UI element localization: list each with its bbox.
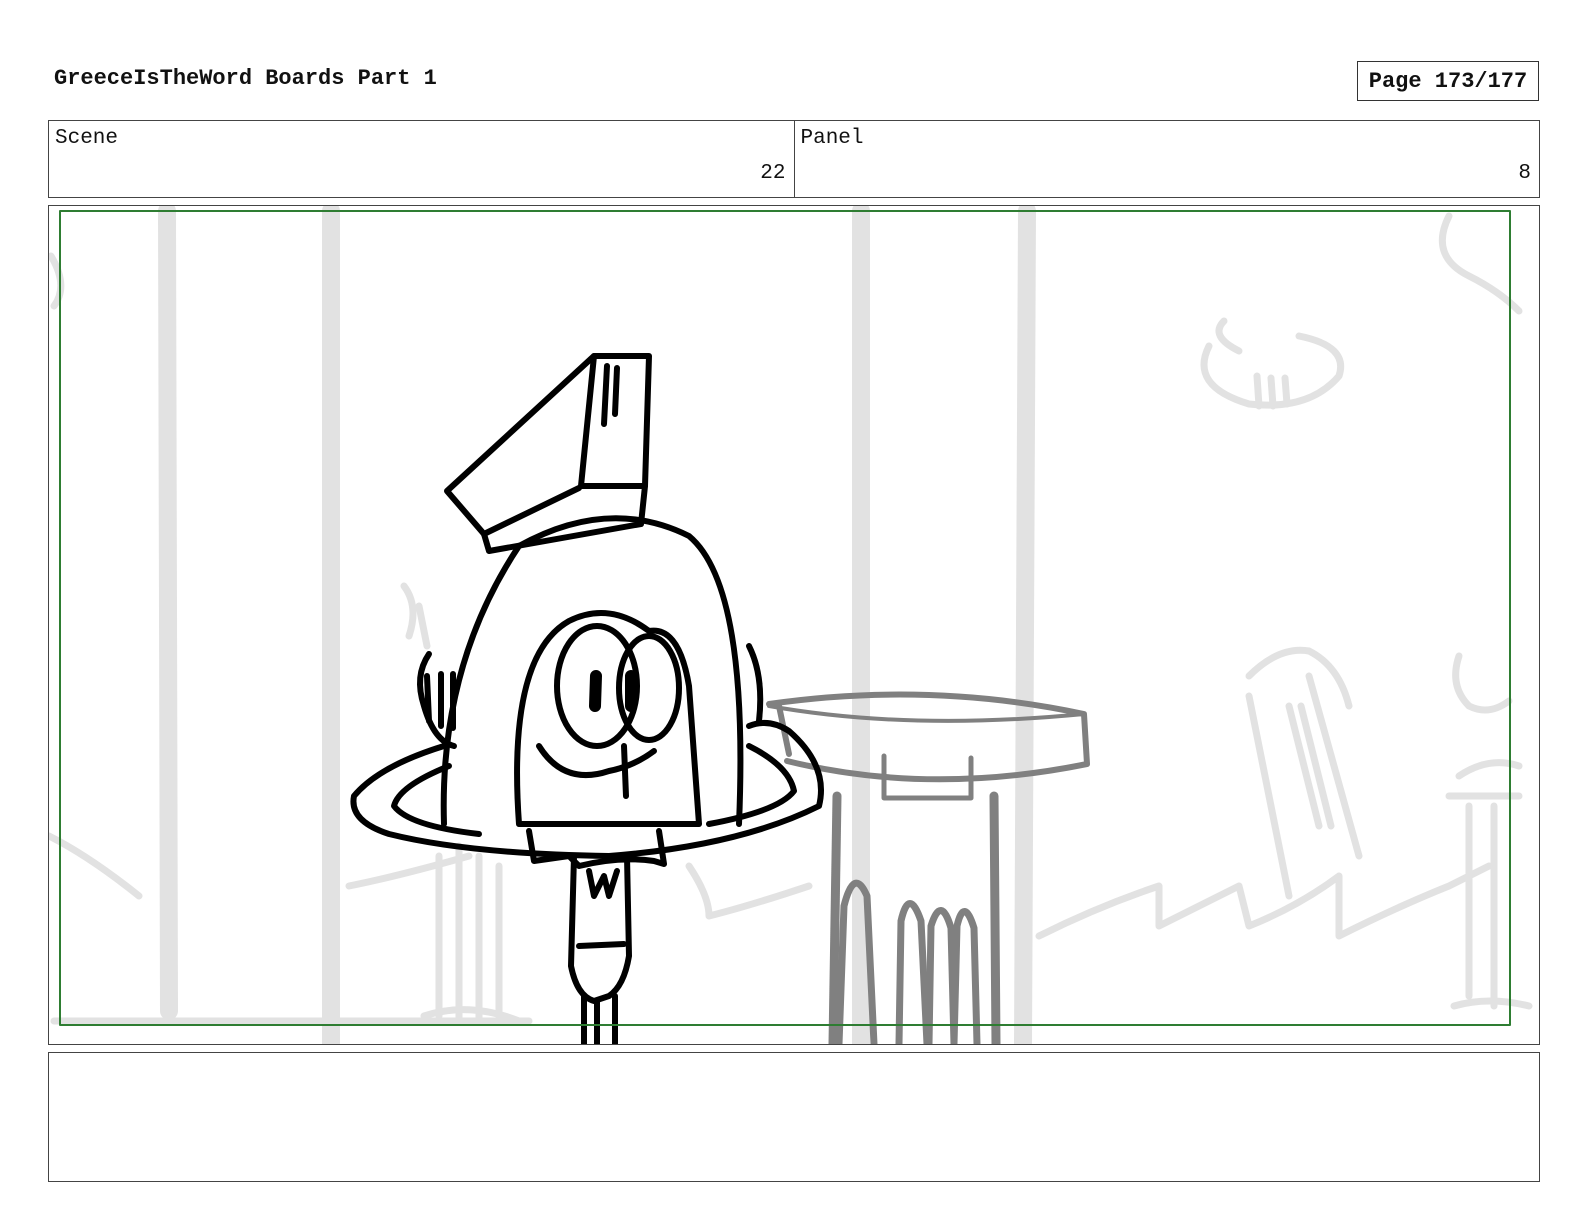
panel-number: 8 bbox=[1518, 162, 1531, 185]
storyboard-panel bbox=[48, 205, 1540, 1045]
scene-panel-info: Scene 22 Panel 8 bbox=[48, 120, 1540, 198]
storyboard-sketch bbox=[49, 206, 1533, 1044]
scene-cell: Scene 22 bbox=[49, 121, 794, 197]
scene-number: 22 bbox=[760, 162, 786, 185]
character-sketch bbox=[350, 353, 824, 1044]
panel-cell: Panel 8 bbox=[793, 121, 1540, 197]
page-number: Page 173/177 bbox=[1357, 61, 1539, 101]
panel-notes-box bbox=[48, 1052, 1540, 1182]
document-title: GreeceIsTheWord Boards Part 1 bbox=[54, 66, 437, 91]
pedestal-sketch bbox=[766, 691, 1090, 1044]
panel-label: Panel bbox=[800, 127, 864, 150]
scene-label: Scene bbox=[55, 127, 119, 150]
